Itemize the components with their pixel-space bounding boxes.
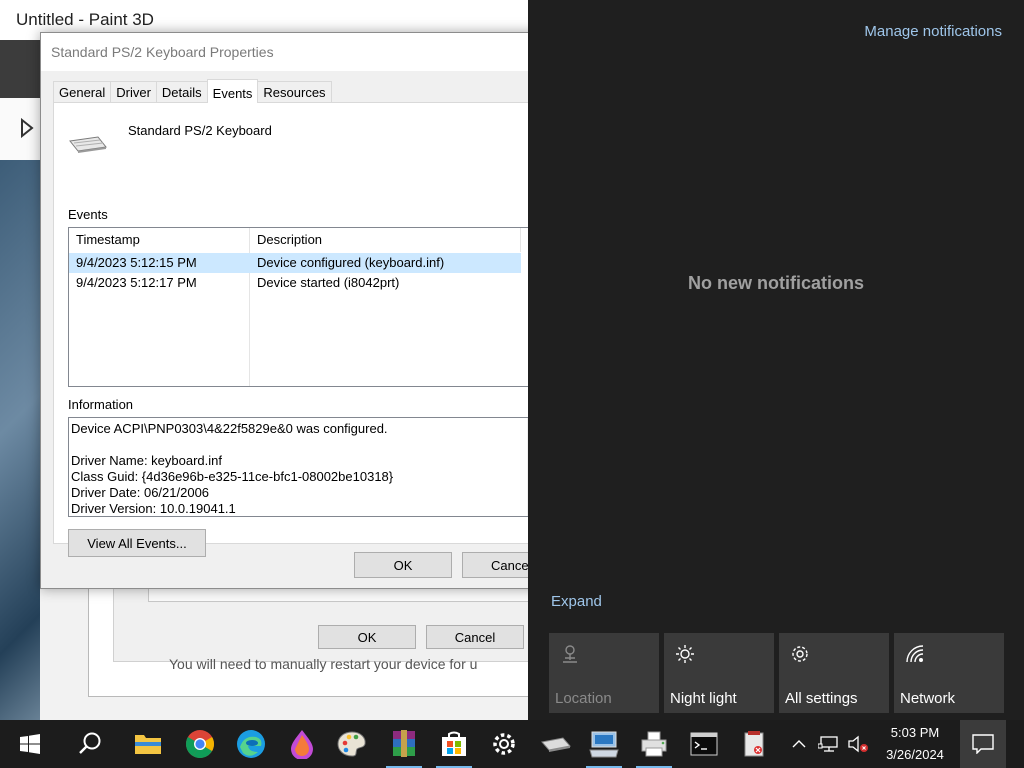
printer-icon (641, 731, 667, 757)
network-icon (906, 645, 924, 663)
ok-button[interactable]: OK (354, 552, 452, 578)
store-icon (442, 731, 466, 756)
manage-notifications-link[interactable]: Manage notifications (864, 23, 1002, 40)
action-center-button[interactable] (960, 720, 1006, 768)
row-timestamp: 9/4/2023 5:12:15 PM (76, 255, 197, 270)
tab-resources[interactable]: Resources (257, 81, 332, 102)
events-label: Events (68, 207, 108, 222)
dialog-titlebar: Standard PS/2 Keyboard Properties (41, 33, 541, 71)
row-description: Device started (i8042prt) (257, 275, 400, 290)
table-row[interactable]: 9/4/2023 5:12:17 PM Device started (i804… (69, 273, 521, 293)
volume-muted-icon (848, 735, 868, 753)
information-textbox[interactable]: Device ACPI\PNP0303\4&22f5829e&0 was con… (68, 417, 540, 517)
quick-action-location[interactable]: Location (549, 633, 659, 713)
keyboard-app-button[interactable] (532, 720, 580, 768)
network-tray-button[interactable] (814, 720, 844, 768)
row-timestamp: 9/4/2023 5:12:17 PM (76, 275, 197, 290)
keyboard-icon (69, 136, 107, 153)
restart-cancel-button[interactable]: Cancel (426, 625, 524, 649)
store-button[interactable] (430, 720, 478, 768)
network-wired-icon (818, 736, 838, 752)
events-tab-panel: Standard PS/2 Keyboard Events Timestamp … (53, 102, 541, 557)
tab-general[interactable]: General (53, 81, 112, 102)
quick-action-label: Location (555, 690, 612, 707)
play-icon (21, 118, 34, 138)
paint-drop-icon (291, 730, 313, 759)
info-line: Driver Name: keyboard.inf (71, 453, 222, 468)
search-icon (79, 732, 101, 754)
location-icon (563, 645, 577, 663)
file-explorer-icon (135, 735, 161, 754)
notification-icon (972, 734, 994, 754)
paint-drop-button[interactable] (278, 720, 326, 768)
info-line: Driver Version: 10.0.19041.1 (71, 501, 236, 516)
quick-action-label: All settings (785, 690, 858, 707)
search-button[interactable] (66, 720, 114, 768)
clock-time: 5:03 PM (890, 725, 940, 740)
column-header-description[interactable]: Description (250, 228, 521, 252)
chrome-icon (186, 730, 214, 758)
file-explorer-button[interactable] (124, 720, 172, 768)
winrar-icon (393, 730, 415, 757)
start-icon (20, 734, 40, 754)
info-line: Driver Date: 06/21/2006 (71, 485, 210, 500)
paint-palette-icon (337, 731, 366, 757)
tab-details[interactable]: Details (155, 81, 208, 102)
terminal-button[interactable] (680, 720, 728, 768)
taskbar: 5:03 PM 3/26/2024 (0, 720, 1024, 768)
expand-link[interactable]: Expand (551, 593, 602, 610)
printer-button[interactable] (630, 720, 678, 768)
keyboard-device-icon (589, 731, 619, 758)
edge-button[interactable] (227, 720, 275, 768)
edge-icon (237, 730, 265, 758)
clock[interactable]: 5:03 PM 3/26/2024 (872, 722, 958, 766)
device-name: Standard PS/2 Keyboard (128, 123, 272, 138)
events-list-header: Timestamp Description (69, 228, 539, 252)
table-row[interactable]: 9/4/2023 5:12:15 PM Device configured (k… (69, 253, 521, 273)
settings-button[interactable] (480, 720, 528, 768)
paint-palette-button[interactable] (328, 720, 376, 768)
no-notifications-text: No new notifications (687, 273, 864, 293)
chevron-up-icon (792, 740, 806, 748)
info-line: Device ACPI\PNP0303\4&22f5829e&0 was con… (71, 421, 388, 436)
keyboard-device-button[interactable] (580, 720, 628, 768)
info-line: Class Guid: {4d36e96b-e325-11ce-bfc1-080… (71, 469, 394, 484)
start-button[interactable] (6, 720, 54, 768)
winrar-button[interactable] (380, 720, 428, 768)
quick-action-all-settings[interactable]: All settings (779, 633, 889, 713)
show-hidden-icons-button[interactable] (786, 720, 812, 768)
keyboard-icon (541, 737, 571, 752)
tab-driver[interactable]: Driver (110, 81, 157, 102)
quick-action-night-light[interactable]: Night light (664, 633, 774, 713)
notepad-button[interactable] (730, 720, 778, 768)
show-desktop-button[interactable] (1006, 720, 1024, 768)
keyboard-properties-dialog: Standard PS/2 Keyboard Properties Genera… (40, 32, 542, 589)
dialog-title: Standard PS/2 Keyboard Properties (51, 44, 274, 60)
clock-date: 3/26/2024 (886, 747, 944, 762)
restart-ok-button[interactable]: OK (318, 625, 416, 649)
quick-action-label: Night light (670, 690, 737, 707)
information-label: Information (68, 397, 134, 412)
night-light-icon (676, 645, 694, 663)
background-app-title: Untitled - Paint 3D (16, 10, 154, 29)
quick-action-network[interactable]: Network (894, 633, 1004, 713)
quick-action-label: Network (900, 690, 956, 707)
column-header-timestamp[interactable]: Timestamp (69, 228, 250, 252)
chrome-button[interactable] (176, 720, 224, 768)
terminal-icon (690, 732, 718, 756)
volume-tray-button[interactable] (846, 720, 870, 768)
view-all-events-button[interactable]: View All Events... (68, 529, 206, 557)
settings-icon (493, 733, 515, 755)
action-center-panel: Manage notifications No new notification… (528, 0, 1024, 720)
tab-strip: General Driver Details Events Resources (53, 79, 332, 103)
row-description: Device configured (keyboard.inf) (257, 255, 445, 270)
notepad-icon (744, 731, 764, 757)
gear-icon (792, 646, 808, 662)
restart-message: You will need to manually restart your d… (169, 656, 478, 672)
tab-events[interactable]: Events (206, 79, 259, 103)
events-list[interactable]: Timestamp Description 9/4/2023 5:12:15 P… (68, 227, 540, 387)
